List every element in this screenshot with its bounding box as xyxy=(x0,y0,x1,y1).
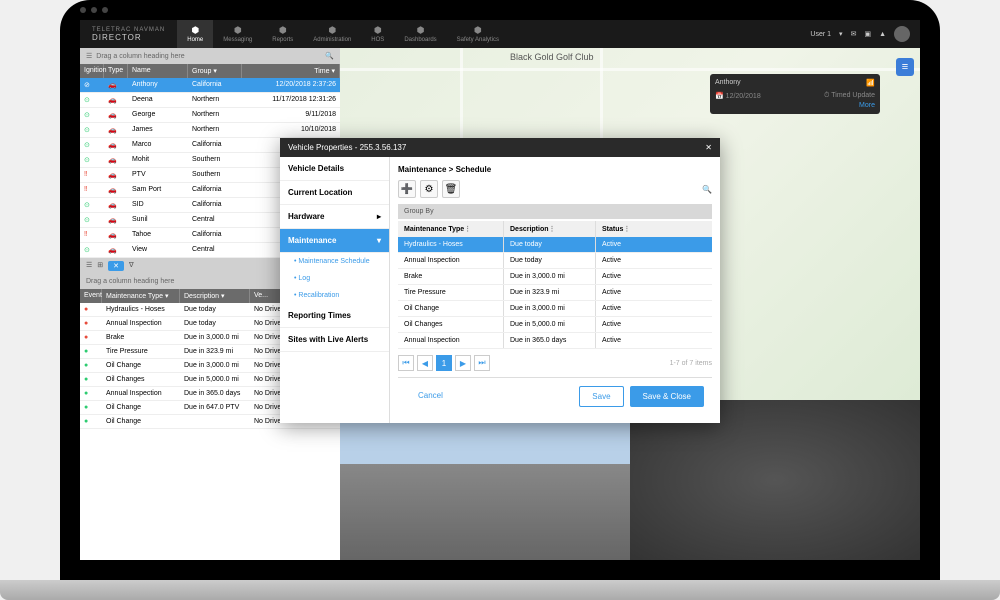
vehicle-row[interactable]: ⊙🚗JamesNorthern10/10/2018 xyxy=(80,123,340,138)
add-button[interactable]: ➕ xyxy=(398,180,416,198)
col-status[interactable]: Status⋮ xyxy=(596,221,712,237)
signal-icon: 📶 xyxy=(866,79,875,87)
schedule-row[interactable]: Annual InspectionDue in 365.0 daysActive xyxy=(398,333,712,349)
close-icon[interactable]: ✕ xyxy=(705,143,712,152)
map-poi-label: Black Gold Golf Club xyxy=(510,52,594,62)
col-group[interactable]: Group xyxy=(192,68,211,75)
tool-icon[interactable]: ⊞ xyxy=(97,261,103,271)
breadcrumb: Maintenance > Schedule xyxy=(398,165,712,174)
save-close-button[interactable]: Save & Close xyxy=(630,386,704,407)
avatar[interactable] xyxy=(894,26,910,42)
nav-vehicle-details[interactable]: Vehicle Details xyxy=(280,157,389,181)
col-event[interactable]: Event xyxy=(80,289,102,303)
vehicle-grid-header: Ignition Type Name Group ▾ Time ▾ xyxy=(80,64,340,78)
schedule-row[interactable]: Oil ChangeDue in 3,000.0 miActive xyxy=(398,301,712,317)
group-by-bar[interactable]: ☰ Drag a column heading here 🔍 xyxy=(80,48,340,64)
col-description[interactable]: Description⋮ xyxy=(504,221,596,237)
nav-maintenance[interactable]: Maintenance▾ xyxy=(280,229,389,253)
search-icon[interactable]: 🔍 xyxy=(325,52,334,60)
schedule-row[interactable]: Annual InspectionDue todayActive xyxy=(398,253,712,269)
nav-current-location[interactable]: Current Location xyxy=(280,181,389,205)
modal-title: Vehicle Properties - 255.3.56.137 xyxy=(288,143,406,152)
dropdown-icon[interactable]: ▾ xyxy=(839,30,843,38)
popup-title: Anthony xyxy=(715,79,741,87)
vehicle-row[interactable]: ⊙🚗GeorgeNorthern9/11/2018 xyxy=(80,108,340,123)
chevron-down-icon: ▾ xyxy=(377,236,381,245)
schedule-row[interactable]: BrakeDue in 3,000.0 miActive xyxy=(398,269,712,285)
wrench-icon[interactable]: ✕ xyxy=(108,261,124,271)
schedule-row[interactable]: Oil ChangesDue in 5,000.0 miActive xyxy=(398,317,712,333)
nav-sites-alerts[interactable]: Sites with Live Alerts xyxy=(280,328,389,352)
brand-logo: TELETRAC NAVMAN DIRECTOR xyxy=(80,27,177,42)
nav-dashboards[interactable]: ⬢Dashboards xyxy=(394,20,446,48)
col-name[interactable]: Name xyxy=(128,64,188,78)
group-by-header[interactable]: Group By xyxy=(398,204,712,219)
settings-button[interactable]: ⚙ xyxy=(420,180,438,198)
modal-side-nav: Vehicle Details Current Location Hardwar… xyxy=(280,157,390,423)
col-maint-type[interactable]: Maintenance Type xyxy=(106,293,163,300)
nav-log[interactable]: • Log xyxy=(280,270,389,287)
vehicle-properties-modal: Vehicle Properties - 255.3.56.137 ✕ Vehi… xyxy=(280,138,720,423)
nav-hos[interactable]: ⬢HOS xyxy=(361,20,394,48)
nav-recalibration[interactable]: • Recalibration xyxy=(280,287,389,304)
nav-home[interactable]: ⬢Home xyxy=(177,20,213,48)
popup-more-link[interactable]: More xyxy=(715,102,875,109)
nav-administration[interactable]: ⬢Administration xyxy=(303,20,361,48)
nav-reporting-times[interactable]: Reporting Times xyxy=(280,304,389,328)
pager-last[interactable]: ⏭ xyxy=(474,355,490,371)
pager-info: 1-7 of 7 items xyxy=(670,360,712,367)
street-view[interactable] xyxy=(340,400,630,560)
schedule-row[interactable]: Hydraulics - HosesDue todayActive xyxy=(398,237,712,253)
save-button[interactable]: Save xyxy=(579,386,623,407)
nav-hardware[interactable]: Hardware▸ xyxy=(280,205,389,229)
col-description[interactable]: Description xyxy=(184,293,219,300)
video-icon[interactable]: ▣ xyxy=(864,30,871,38)
filter-icon[interactable]: ∇ xyxy=(129,261,134,271)
pager-prev[interactable]: ◀ xyxy=(417,355,433,371)
mail-icon[interactable]: ✉ xyxy=(851,30,857,38)
schedule-row[interactable]: Tire PressureDue in 323.9 miActive xyxy=(398,285,712,301)
nav-safety-analytics[interactable]: ⬢Safety Analytics xyxy=(447,20,509,48)
vehicle-row[interactable]: ⊘🚗AnthonyCalifornia12/20/2018 2:37:26 xyxy=(80,78,340,93)
nav-maintenance-schedule[interactable]: • Maintenance Schedule xyxy=(280,253,389,270)
nav-reports[interactable]: ⬢Reports xyxy=(262,20,303,48)
hamburger-icon[interactable]: ☰ xyxy=(86,261,92,271)
pager-next[interactable]: ▶ xyxy=(455,355,471,371)
map-layers-button[interactable]: ≡ xyxy=(896,58,914,76)
col-maintenance-type[interactable]: Maintenance Type⋮ xyxy=(398,221,504,237)
chevron-right-icon: ▸ xyxy=(377,212,381,221)
cancel-button[interactable]: Cancel xyxy=(406,386,455,407)
pager-first[interactable]: ⏮ xyxy=(398,355,414,371)
hamburger-icon[interactable]: ☰ xyxy=(86,52,92,60)
col-type[interactable]: Type xyxy=(104,64,128,78)
search-icon[interactable]: 🔍 xyxy=(702,185,712,194)
bell-icon[interactable]: ▲ xyxy=(879,31,886,38)
vehicle-popup: Anthony 📶 📅 12/20/2018 ⏱ Timed Update Mo… xyxy=(710,74,880,114)
top-nav: TELETRAC NAVMAN DIRECTOR ⬢Home⬢Messaging… xyxy=(80,20,920,48)
nav-messaging[interactable]: ⬢Messaging xyxy=(213,20,262,48)
pager-page[interactable]: 1 xyxy=(436,355,452,371)
user-name[interactable]: User 1 xyxy=(810,31,831,38)
delete-button[interactable]: 🗑 xyxy=(442,180,460,198)
col-time[interactable]: Time xyxy=(314,68,329,75)
aerial-view[interactable] xyxy=(630,400,920,560)
vehicle-row[interactable]: ⊙🚗DeenaNorthern11/17/2018 12:31:26 xyxy=(80,93,340,108)
group-by-placeholder: Drag a column heading here xyxy=(96,53,184,60)
col-ignition[interactable]: Ignition xyxy=(80,64,104,78)
